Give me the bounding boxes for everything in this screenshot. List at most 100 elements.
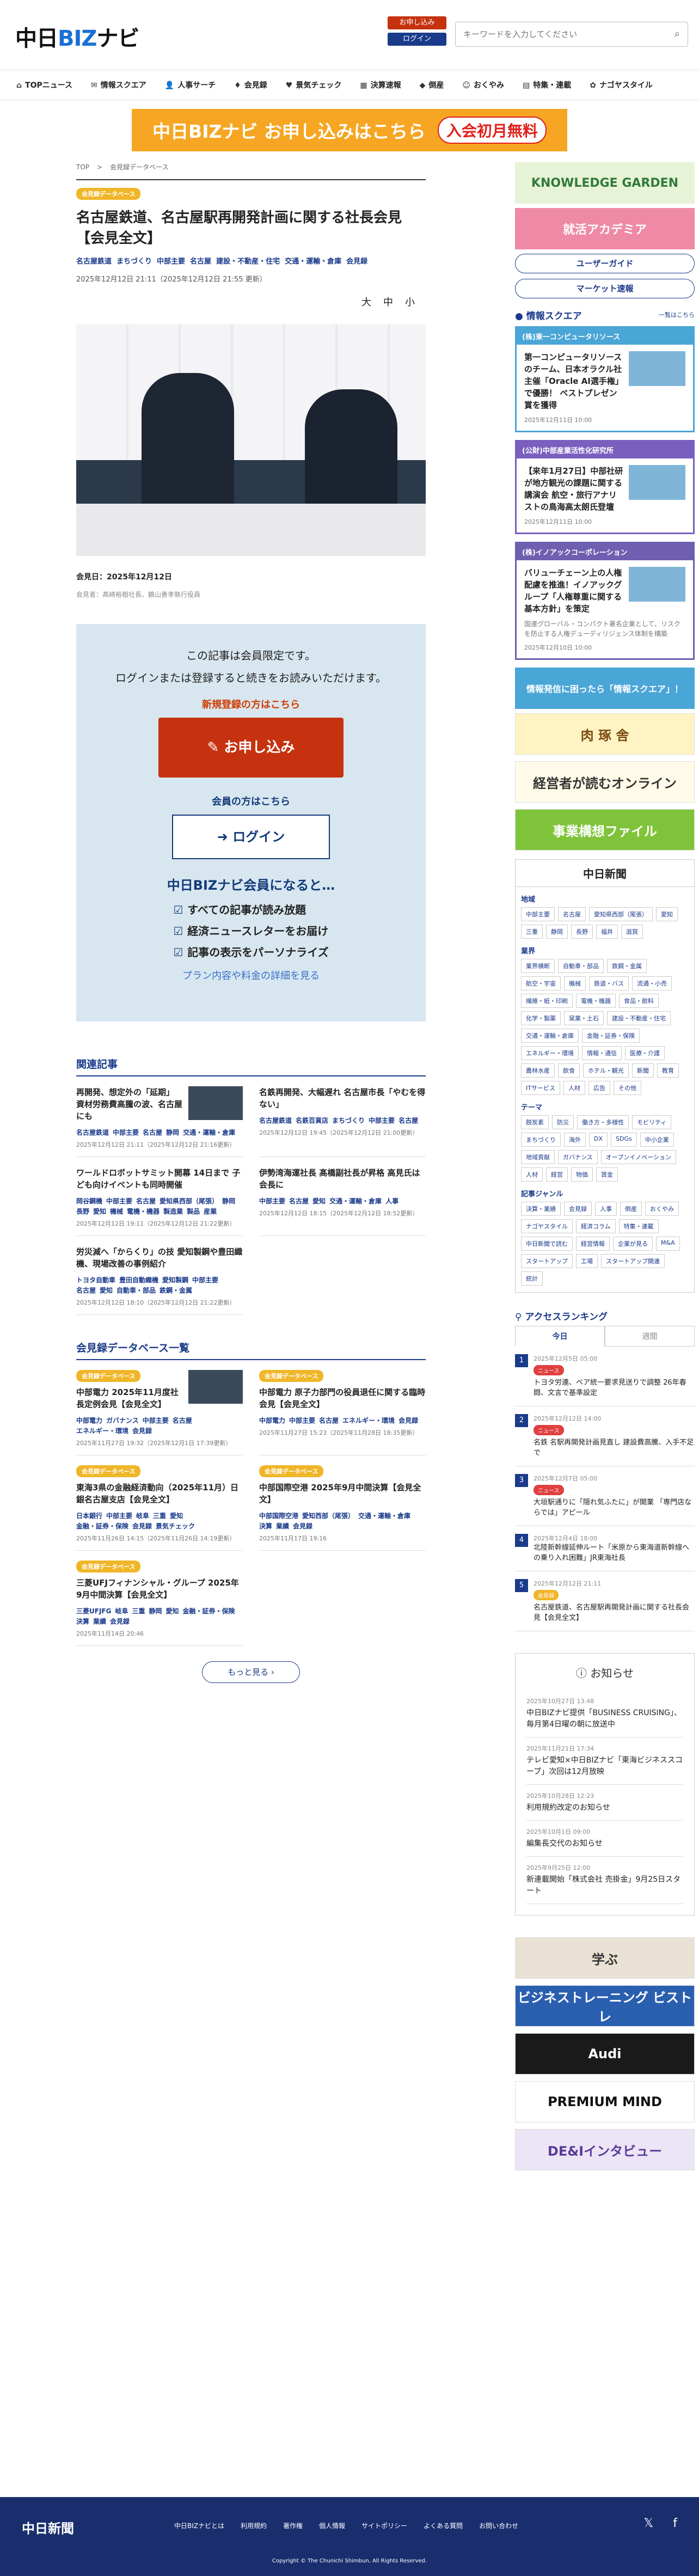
category-pill[interactable]: 電機・機器	[576, 994, 616, 1008]
tag-link[interactable]: 会見録	[110, 1617, 130, 1626]
tag-link[interactable]: 中部主要	[192, 1275, 218, 1284]
tag-link[interactable]: 岐阜	[136, 1511, 149, 1520]
footer-logo[interactable]: 中日新聞	[22, 2518, 74, 2537]
article-card[interactable]: 会見録データベース 中部国際空港 2025年9月中間決算【会見全文】 中部国際空港愛…	[259, 1455, 426, 1551]
tag-link[interactable]: 岡谷鋼機	[76, 1196, 102, 1206]
tag-link[interactable]: まちづくり	[116, 255, 152, 266]
ad-banner[interactable]: DE&Iインタビュー	[515, 2129, 695, 2170]
square-item[interactable]: (公財)中部産業活性化研究所 【来年1月27日】中部社研が地方観光の課題に関する講…	[515, 440, 695, 534]
ad-banner[interactable]: Audi	[515, 2033, 695, 2075]
category-pill[interactable]: モビリティ	[632, 1115, 672, 1129]
category-pill[interactable]: 中小企業	[640, 1133, 674, 1147]
font-small[interactable]: 小	[405, 297, 415, 308]
rank-item[interactable]: 3 2025年12月7日 05:00 ニュース 大垣駅通りに「隠れ気ふたに」が開業 「…	[515, 1466, 695, 1526]
tag-link[interactable]: 決算	[76, 1617, 89, 1626]
tag-link[interactable]: 三重	[153, 1511, 166, 1520]
tag-link[interactable]: 決算	[259, 1521, 272, 1531]
tag-link[interactable]: まちづくり	[332, 1116, 365, 1125]
square-item[interactable]: (株)東一コンピュータリソース 第一コンピュータリソースのチーム、日本オラクル社主…	[515, 326, 695, 432]
apply-button[interactable]: お申し込み	[388, 16, 446, 29]
category-pill[interactable]: その他	[613, 1081, 641, 1095]
crumb-top[interactable]: TOP	[76, 163, 89, 171]
tag-link[interactable]: 愛知	[93, 1207, 106, 1216]
category-pill[interactable]: 特集・連載	[618, 1219, 659, 1233]
nav-item[interactable]: ▤ 特集・連載	[523, 79, 571, 90]
footer-link[interactable]: サイトポリシー	[361, 2521, 407, 2530]
tag-link[interactable]: 交通・運輸・倉庫	[285, 255, 341, 266]
paywall-login-button[interactable]: ➜ ログイン	[172, 815, 330, 859]
plan-details-link[interactable]: プラン内容や料金の詳細を見る	[76, 968, 426, 982]
tag-link[interactable]: 会見録	[293, 1521, 312, 1531]
category-pill[interactable]: オープンイノベーション	[600, 1150, 676, 1164]
footer-link[interactable]: 個人情報	[319, 2521, 345, 2530]
tag-link[interactable]: エネルギー・環境	[76, 1426, 128, 1435]
footer-link[interactable]: 著作権	[283, 2521, 303, 2530]
square-item[interactable]: (株)イノアックコーポレーション バリューチェーン上の人権配慮を推進！イノアックグ…	[515, 542, 695, 660]
category-pill[interactable]: 経済コラム	[576, 1219, 616, 1233]
tag-link[interactable]: 製造業	[163, 1207, 183, 1216]
category-pill[interactable]: エネルギー・環境	[521, 1046, 579, 1060]
category-pill[interactable]: 鉄道・バス	[589, 976, 629, 990]
nav-item[interactable]: ♦ 会見録	[234, 79, 267, 90]
category-pill[interactable]: 金融・証券・保険	[582, 1029, 640, 1043]
tag-link[interactable]: 建設・不動産・住宅	[216, 255, 280, 266]
category-pill[interactable]: 食品・飲料	[619, 994, 659, 1008]
category-pill[interactable]: 中日新聞で読む	[521, 1237, 573, 1251]
tag-link[interactable]: 会見録	[132, 1426, 152, 1435]
ad-banner[interactable]: ビジネストレーニング ビストレ	[515, 1985, 695, 2027]
tag-link[interactable]: 会見録	[346, 255, 367, 266]
site-logo[interactable]: 中日BIZナビ	[15, 21, 139, 52]
tag-link[interactable]: 鉄鋼・金属	[160, 1286, 192, 1295]
nav-item[interactable]: ✿ ナゴヤスタイル	[590, 79, 653, 90]
tag-link[interactable]: 長野	[76, 1207, 89, 1216]
category-pill[interactable]: 物価	[571, 1167, 593, 1182]
signup-banner[interactable]: 中日BIZナビ お申し込みはこちら 入会初月無料	[132, 109, 567, 151]
tag-link[interactable]: 金融・証券・保険	[76, 1521, 128, 1531]
category-pill[interactable]: 化学・製薬	[521, 1011, 561, 1025]
tag-link[interactable]: 愛知県西部（尾張）	[160, 1196, 218, 1206]
ad-banner[interactable]: 肉 琢 舎	[515, 713, 695, 755]
tag-link[interactable]: 三重	[132, 1606, 145, 1616]
tag-link[interactable]: 中部主要	[106, 1511, 132, 1520]
tag-link[interactable]: 中部電力	[259, 1416, 285, 1425]
category-pill[interactable]: 繊維・紙・印刷	[521, 994, 573, 1008]
tag-link[interactable]: 中部主要	[259, 1196, 285, 1206]
side-banner[interactable]: KNOWLEDGE GARDEN	[515, 162, 695, 204]
category-pill[interactable]: まちづくり	[521, 1133, 561, 1147]
tag-link[interactable]: 機械	[110, 1207, 123, 1216]
category-pill[interactable]: 人材	[521, 1167, 543, 1182]
nav-item[interactable]: ✉ 情報スクエア	[91, 79, 146, 90]
tag-link[interactable]: 人事	[385, 1196, 398, 1206]
notice-item[interactable]: 2025年11月21日 17:34 テレビ愛知×中日BIZナビ「東海ビジネススコー…	[526, 1737, 683, 1785]
notice-item[interactable]: 2025年9月25日 12:00 新連載開始「株式会社 売掛金」9月25日スタート	[526, 1857, 683, 1904]
tag-link[interactable]: 業績	[276, 1521, 289, 1531]
article-card[interactable]: ワールドロボットサミット開幕 14日まで 子ども向けイベントも同時開催 岡谷鋼機中…	[76, 1157, 243, 1236]
paywall-apply-button[interactable]: ✎ お申し込み	[158, 718, 344, 778]
tag-link[interactable]: 中部電力	[76, 1416, 102, 1425]
category-pill[interactable]: スタートアップ関連	[601, 1254, 665, 1268]
tag-link[interactable]: 名古屋鉄道	[76, 255, 112, 266]
tag-link[interactable]: 名鉄百貨店	[296, 1116, 328, 1125]
category-pill[interactable]: 中部主要	[521, 907, 555, 921]
category-pill[interactable]: 広告	[588, 1081, 610, 1095]
tag-link[interactable]: 景気チェック	[156, 1521, 195, 1531]
info-square-banner[interactable]: 情報発信に困ったら「情報スクエア」！	[515, 668, 695, 709]
category-pill[interactable]: 交通・運輸・倉庫	[521, 1029, 579, 1043]
tag-link[interactable]: 静岡	[149, 1606, 162, 1616]
tag-link[interactable]: 名古屋	[190, 255, 211, 266]
category-pill[interactable]: 愛知	[656, 907, 678, 921]
tag-link[interactable]: 中部主要	[106, 1196, 132, 1206]
notice-item[interactable]: 2025年10月28日 12:23 利用規約改定のお知らせ	[526, 1785, 683, 1821]
article-card[interactable]: 会見録データベース 中部電力 2025年11月度社長定例会見【会見全文】 中部電力ガ…	[76, 1360, 243, 1455]
nav-item[interactable]: ☺ おくやみ	[462, 79, 504, 90]
rank-item[interactable]: 1 2025年12月5日 05:00 ニュース トヨタ労連、ベア統一要求見送りで調整 …	[515, 1347, 695, 1406]
tab-today[interactable]: 今日	[515, 1326, 605, 1347]
category-pill[interactable]: ホテル・観光	[583, 1063, 629, 1078]
side-banner[interactable]: 就活アカデミア	[515, 208, 695, 249]
article-card[interactable]: 労災減へ「からくり」の技 愛知製鋼や豊田織機、現場改善の事例紹介 トヨタ自動車 豊田…	[76, 1236, 243, 1315]
footer-link[interactable]: お問い合わせ	[479, 2521, 518, 2530]
tag-link[interactable]: 豊田自動織機	[119, 1275, 158, 1284]
facebook-icon[interactable]: f	[673, 2517, 677, 2530]
category-pill[interactable]: 防災	[552, 1115, 574, 1129]
more-button[interactable]: もっと見る ›	[202, 1661, 300, 1683]
